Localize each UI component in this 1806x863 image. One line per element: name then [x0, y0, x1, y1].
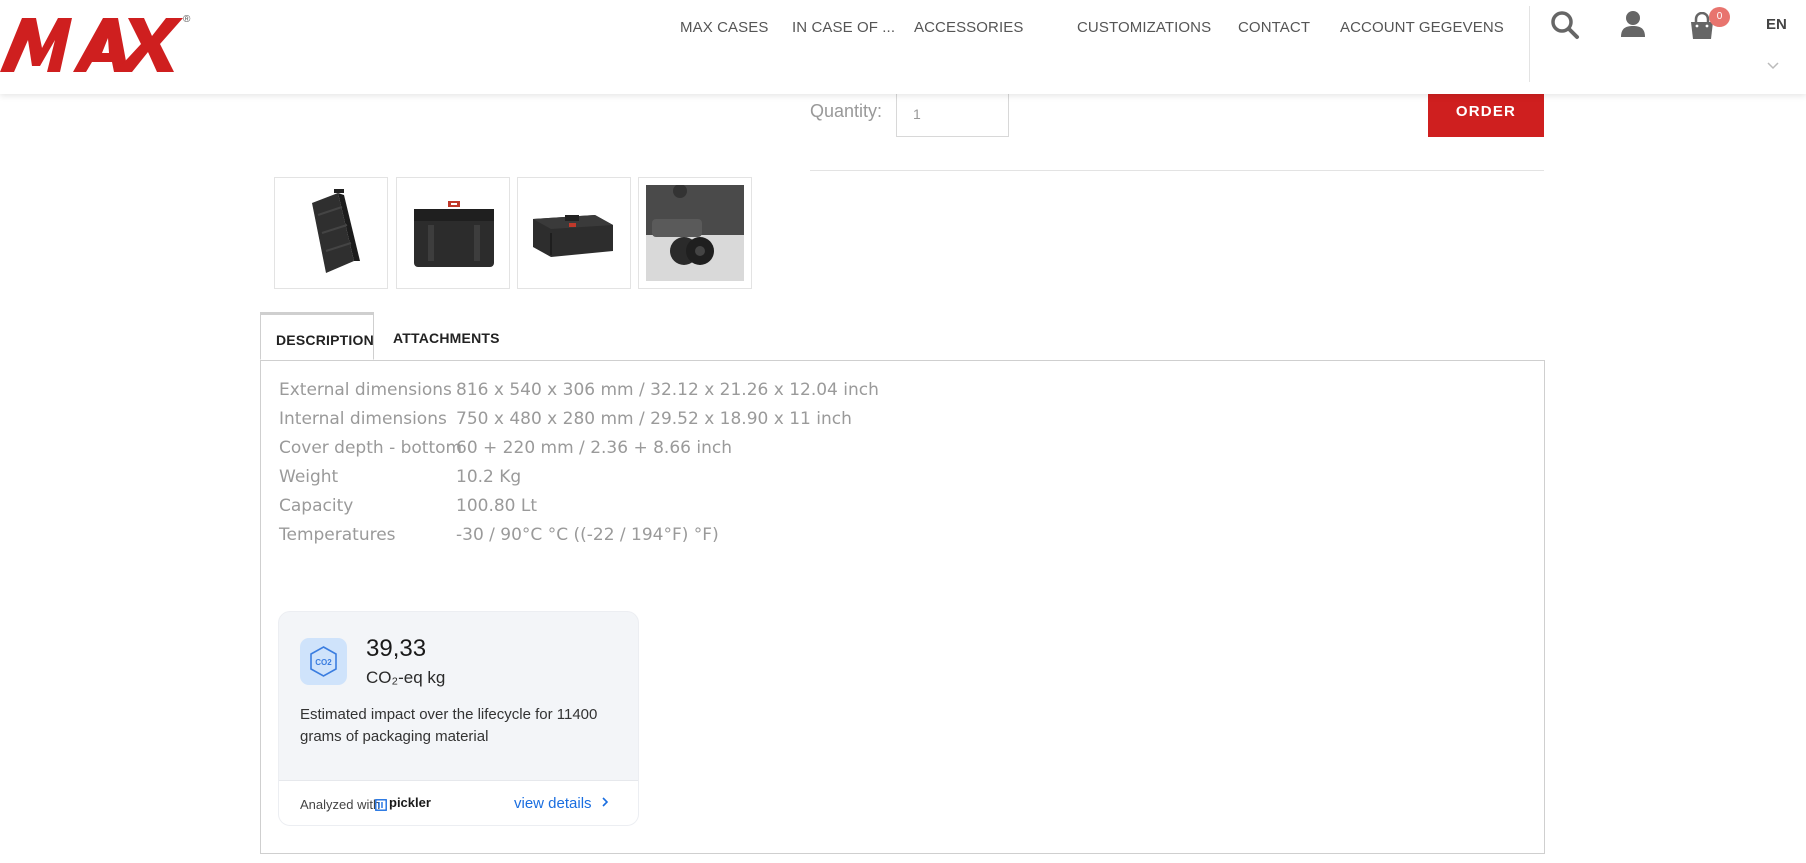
user-icon[interactable] — [1620, 10, 1646, 42]
spec-row: Capacity 100.80 Lt — [279, 496, 537, 516]
quantity-input[interactable]: 1 — [896, 92, 1009, 137]
view-details-label: view details — [514, 795, 592, 812]
tab-description-label: DESCRIPTION — [276, 332, 374, 348]
chevron-right-icon — [602, 797, 608, 807]
spec-row: Temperatures -30 / 90°C °C ((-22 / 194°F… — [279, 525, 719, 545]
registered-mark: ® — [183, 14, 191, 25]
spec-value: 10.2 Kg — [456, 467, 522, 487]
spec-row: Internal dimensions 750 x 480 x 280 mm /… — [279, 409, 852, 429]
spec-value: 750 x 480 x 280 mm / 29.52 x 18.90 x 11 … — [456, 409, 852, 429]
cart-count-badge: 0 — [1709, 7, 1730, 27]
pickler-logo-icon — [375, 796, 387, 815]
nav-account[interactable]: ACCOUNT GEGEVENS — [1340, 19, 1504, 36]
nav-max-cases[interactable]: MAX CASES — [680, 19, 768, 36]
co2-unit: CO₂-eq kg — [366, 668, 446, 687]
spec-label: Temperatures — [279, 525, 396, 545]
co2-impact-card: CO2 39,33 CO₂-eq kg Estimated impact ove… — [278, 611, 639, 826]
spec-label: Cover depth - bottom — [279, 438, 463, 458]
spec-value: 100.80 Lt — [456, 496, 538, 516]
max-logo[interactable]: ® — [0, 12, 200, 78]
view-details-link[interactable]: view details — [514, 795, 610, 812]
analyzed-with-label: Analyzed with — [300, 797, 381, 812]
spec-label: Capacity — [279, 496, 354, 516]
tab-description[interactable]: DESCRIPTION — [260, 312, 374, 360]
spec-label: External dimensions — [279, 380, 452, 400]
order-button[interactable]: ORDER — [1428, 87, 1544, 137]
co2-icon: CO2 — [300, 638, 347, 685]
spec-value: -30 / 90°C °C ((-22 / 194°F) °F) — [456, 525, 719, 545]
language-selector[interactable]: EN — [1766, 16, 1787, 33]
thumbnail-case-front[interactable] — [396, 177, 510, 289]
tab-attachments-label: ATTACHMENTS — [393, 330, 500, 346]
divider — [810, 170, 1544, 171]
header-divider — [1529, 6, 1530, 82]
pickler-brand: pickler — [389, 795, 431, 810]
tab-attachments[interactable]: ATTACHMENTS — [393, 312, 500, 360]
site-header: ® MAX CASES IN CASE OF ... ACCESSORIES C… — [0, 0, 1806, 94]
search-icon[interactable] — [1550, 10, 1580, 44]
thumbnail-case-wheel[interactable] — [638, 177, 752, 289]
nav-in-case-of[interactable]: IN CASE OF ... — [792, 19, 895, 36]
spec-label: Weight — [279, 467, 339, 487]
spec-label: Internal dimensions — [279, 409, 447, 429]
thumbnail-case-tilted[interactable] — [274, 177, 388, 289]
chevron-down-icon[interactable] — [1766, 56, 1780, 75]
nav-contact[interactable]: CONTACT — [1238, 19, 1310, 36]
nav-customizations[interactable]: CUSTOMIZATIONS — [1077, 19, 1211, 36]
spec-value: 60 + 220 mm / 2.36 + 8.66 inch — [456, 438, 732, 458]
spec-row: External dimensions 816 x 540 x 306 mm /… — [279, 380, 879, 400]
thumbnail-case-side[interactable] — [517, 177, 631, 289]
quantity-label: Quantity: — [810, 101, 883, 121]
co2-value: 39,33 — [366, 635, 427, 662]
quantity-value: 1 — [913, 106, 921, 122]
nav-accessories[interactable]: ACCESSORIES — [914, 19, 1023, 36]
spec-row: Weight 10.2 Kg — [279, 467, 521, 487]
spec-row: Cover depth - bottom 60 + 220 mm / 2.36 … — [279, 438, 732, 458]
co2-card-footer: Analyzed with pickler view details — [279, 780, 638, 825]
co2-description: Estimated impact over the lifecycle for … — [300, 706, 598, 745]
spec-value: 816 x 540 x 306 mm / 32.12 x 21.26 x 12.… — [456, 380, 879, 400]
co2-icon-text: CO2 — [315, 658, 332, 667]
